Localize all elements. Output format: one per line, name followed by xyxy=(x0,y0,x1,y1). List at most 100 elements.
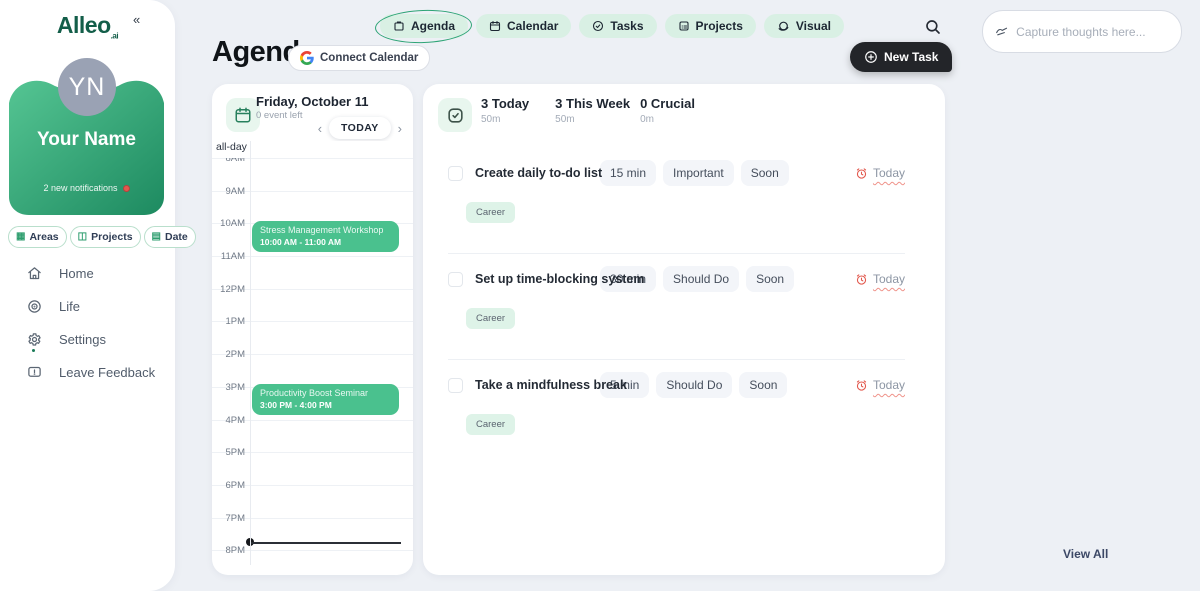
logo-suffix: .ai xyxy=(111,32,118,41)
stat-crucial-duration: 0m xyxy=(640,114,695,125)
stat-this-week: 3 This Week 50m xyxy=(555,96,630,125)
tab-visual-label: Visual xyxy=(796,19,831,33)
task-row: Create daily to-do list 15 min Important… xyxy=(423,148,945,254)
task-priority-chip[interactable]: Should Do xyxy=(656,372,732,398)
events-left-label: 0 event left xyxy=(256,110,302,121)
home-icon xyxy=(27,266,42,281)
areas-pill[interactable]: ▦ Areas xyxy=(8,226,67,248)
capture-thoughts-field[interactable] xyxy=(982,10,1182,53)
task-checkbox[interactable] xyxy=(448,166,463,181)
sidebar-item-leave-feedback[interactable]: Leave Feedback xyxy=(27,365,155,380)
app-window: Alleo.ai « Your Name 2 new notifications… xyxy=(0,0,1200,591)
task-due[interactable]: Today xyxy=(855,378,905,392)
task-priority-chip[interactable]: Important xyxy=(663,160,734,186)
task-tag-career[interactable]: Career xyxy=(466,414,515,435)
event-time: 3:00 PM - 4:00 PM xyxy=(260,400,391,410)
task-row: Take a mindfulness break 5 min Should Do… xyxy=(423,360,945,466)
task-checkbox[interactable] xyxy=(448,272,463,287)
event-title: Stress Management Workshop xyxy=(260,225,391,235)
hour-label: 1PM xyxy=(212,316,245,327)
task-urgency-chip[interactable]: Soon xyxy=(741,160,789,186)
tasks-header-icon-box xyxy=(438,98,472,132)
target-icon xyxy=(27,299,42,314)
task-tag-career[interactable]: Career xyxy=(466,202,515,223)
scribble-icon xyxy=(995,24,1008,39)
avatar[interactable]: YN xyxy=(58,58,116,116)
calendar-panel: Friday, October 11 0 event left ‹ TODAY … xyxy=(212,84,413,575)
hour-label: 6PM xyxy=(212,480,245,491)
hour-label: 5PM xyxy=(212,447,245,458)
collapse-sidebar-icon[interactable]: « xyxy=(133,12,140,27)
stat-today-duration: 50m xyxy=(481,114,529,125)
tab-projects-label: Projects xyxy=(696,19,743,33)
date-pill-label: Date xyxy=(165,231,188,243)
task-main-line: Take a mindfulness break 5 min Should Do… xyxy=(448,372,905,398)
sidebar-filter-pills: ▦ Areas ◫ Projects ▤ Date xyxy=(8,226,170,248)
task-main-line: Set up time-blocking system 30 min Shoul… xyxy=(448,266,905,292)
alarm-clock-icon xyxy=(855,379,868,392)
tasks-check-icon xyxy=(592,20,604,32)
google-g-icon xyxy=(300,51,314,65)
date-pill[interactable]: ▤ Date xyxy=(144,226,196,248)
stat-today-count: 3 Today xyxy=(481,96,529,111)
calendar-day-grid: 8AM 9AM 10AM 11AM 12PM 1PM 2PM 3PM 4PM 5… xyxy=(212,141,413,565)
tab-tasks-label: Tasks xyxy=(610,19,643,33)
hour-label: 10AM xyxy=(212,218,245,229)
hour-label: 9AM xyxy=(212,186,245,197)
calendar-date-title: Friday, October 11 xyxy=(256,94,368,109)
alarm-clock-icon xyxy=(855,273,868,286)
task-title: Take a mindfulness break xyxy=(475,378,600,392)
tab-visual[interactable]: Visual xyxy=(764,14,844,38)
task-urgency-chip[interactable]: Soon xyxy=(746,266,794,292)
tab-calendar[interactable]: Calendar xyxy=(476,14,571,38)
tab-projects[interactable]: Projects xyxy=(665,14,756,38)
task-due-label: Today xyxy=(873,272,905,286)
view-all-link[interactable]: View All xyxy=(1063,547,1108,561)
notifications-text[interactable]: 2 new notifications xyxy=(9,183,164,193)
new-task-label: New Task xyxy=(884,50,938,64)
connect-calendar-button[interactable]: Connect Calendar xyxy=(288,45,430,71)
event-title: Productivity Boost Seminar xyxy=(260,388,391,398)
all-day-row: all-day xyxy=(212,141,413,158)
calendar-nav: ‹ TODAY › xyxy=(318,117,402,139)
today-button[interactable]: TODAY xyxy=(329,117,391,139)
task-main-line: Create daily to-do list 15 min Important… xyxy=(448,160,905,186)
task-urgency-chip[interactable]: Soon xyxy=(739,372,787,398)
calendar-icon xyxy=(234,106,252,124)
hour-label: 7PM xyxy=(212,513,245,524)
hour-label: 11AM xyxy=(212,251,245,262)
sidebar-item-life[interactable]: Life xyxy=(27,299,155,314)
task-due[interactable]: Today xyxy=(855,272,905,286)
projects-grid-icon xyxy=(678,20,690,32)
visual-eye-icon xyxy=(777,20,790,33)
tab-agenda-label: Agenda xyxy=(411,19,455,33)
prev-day-icon[interactable]: ‹ xyxy=(318,122,322,135)
hour-label: 4PM xyxy=(212,415,245,426)
task-list: Create daily to-do list 15 min Important… xyxy=(423,148,945,466)
capture-input[interactable] xyxy=(1016,25,1169,39)
task-duration-chip[interactable]: 15 min xyxy=(600,160,656,186)
stat-today: 3 Today 50m xyxy=(481,96,529,125)
life-active-dot xyxy=(32,349,35,352)
task-priority-chip[interactable]: Should Do xyxy=(663,266,739,292)
calendar-icon: ▤ xyxy=(152,232,161,242)
sidebar-item-settings[interactable]: Settings xyxy=(27,332,155,347)
tab-tasks[interactable]: Tasks xyxy=(579,14,656,38)
gear-icon xyxy=(27,332,42,347)
hour-label: 3PM xyxy=(212,382,245,393)
alleo-logo: Alleo.ai xyxy=(0,12,175,41)
sidebar-item-home[interactable]: Home xyxy=(27,266,155,281)
tasks-check-icon xyxy=(446,106,465,125)
search-icon[interactable] xyxy=(924,18,944,38)
calendar-event[interactable]: Stress Management Workshop 10:00 AM - 11… xyxy=(252,221,399,252)
hour-label: 12PM xyxy=(212,284,245,295)
tab-agenda[interactable]: Agenda xyxy=(380,14,468,38)
next-day-icon[interactable]: › xyxy=(398,122,402,135)
calendar-event[interactable]: Productivity Boost Seminar 3:00 PM - 4:0… xyxy=(252,384,399,415)
task-tag-career[interactable]: Career xyxy=(466,308,515,329)
task-checkbox[interactable] xyxy=(448,378,463,393)
projects-pill[interactable]: ◫ Projects xyxy=(70,226,141,248)
new-task-button[interactable]: New Task xyxy=(850,42,952,72)
time-gutter-divider xyxy=(250,141,251,565)
task-due[interactable]: Today xyxy=(855,166,905,180)
